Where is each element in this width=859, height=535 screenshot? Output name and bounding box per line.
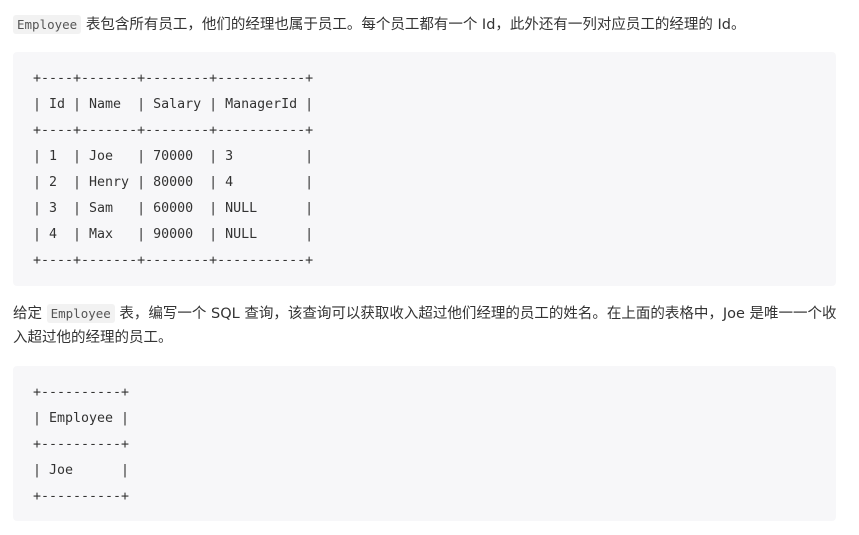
- table-line: +----+-------+--------+-----------+: [33, 71, 314, 86]
- table-line: | Id | Name | Salary | ManagerId |: [33, 97, 314, 112]
- result-table-codeblock: +----------+ | Employee | +----------+ | Jo…: [13, 366, 836, 521]
- inline-code-employee: Employee: [46, 304, 115, 323]
- table-line: +----------+: [33, 437, 130, 452]
- table-line: | Joe |: [33, 463, 130, 478]
- table-line: | 3 | Sam | 60000 | NULL |: [33, 201, 314, 216]
- table-line: +----+-------+--------+-----------+: [33, 253, 314, 268]
- inline-code-employee: Employee: [13, 15, 82, 34]
- table-line: +----------+: [33, 385, 130, 400]
- table-line: +----+-------+--------+-----------+: [33, 123, 314, 138]
- table-line: +----------+: [33, 489, 130, 504]
- task-paragraph: 给定 Employee 表，编写一个 SQL 查询，该查询可以获取收入超过他们经…: [13, 302, 843, 350]
- task-text: 表，编写一个 SQL 查询，该查询可以获取收入超过他们经理的员工的姓名。在上面的…: [13, 306, 837, 346]
- table-line: | 4 | Max | 90000 | NULL |: [33, 227, 314, 242]
- table-line: | Employee |: [33, 411, 130, 426]
- task-prefix: 给定: [13, 306, 47, 322]
- intro-text: 表包含所有员工，他们的经理也属于员工。每个员工都有一个 Id，此外还有一列对应员…: [81, 17, 746, 33]
- table-line: | 1 | Joe | 70000 | 3 |: [33, 149, 314, 164]
- result-table-pre: +----------+ | Employee | +----------+ | Jo…: [33, 380, 129, 510]
- employee-table-codeblock: +----+-------+--------+-----------+ | Id …: [13, 52, 836, 286]
- intro-paragraph: Employee 表包含所有员工，他们的经理也属于员工。每个员工都有一个 Id，…: [13, 13, 843, 37]
- employee-table-pre: +----+-------+--------+-----------+ | Id …: [33, 66, 313, 274]
- problem-description: Employee 表包含所有员工，他们的经理也属于员工。每个员工都有一个 Id，…: [0, 0, 859, 535]
- table-line: | 2 | Henry | 80000 | 4 |: [33, 175, 314, 190]
